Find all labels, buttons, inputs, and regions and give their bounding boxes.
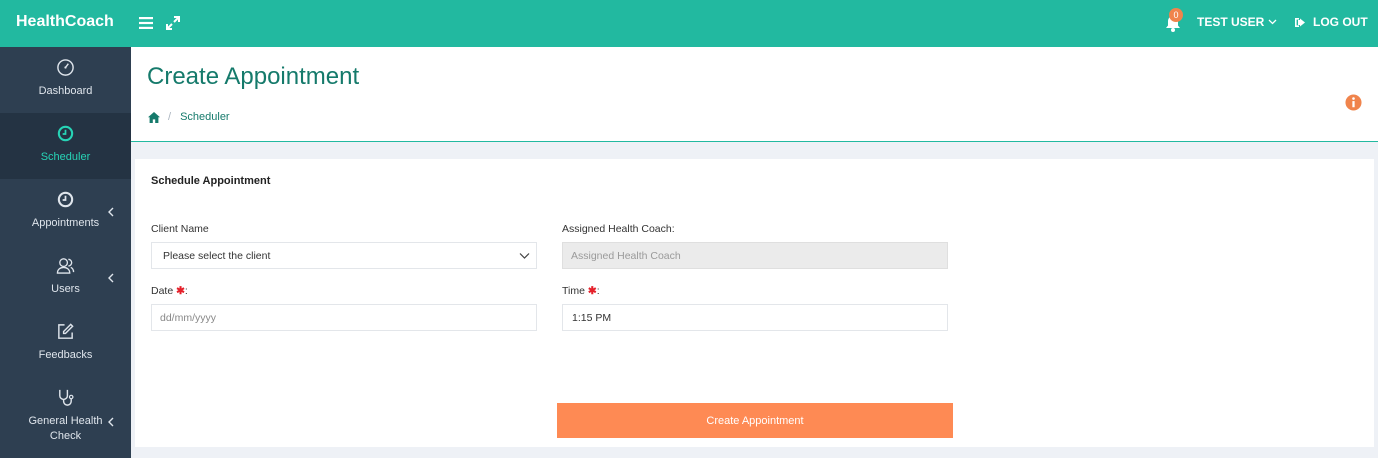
chevron-left-icon — [108, 273, 114, 283]
breadcrumb: / Scheduler — [148, 111, 230, 123]
breadcrumb-separator: / — [168, 111, 172, 123]
schedule-appointment-card: Schedule Appointment Client Name Please … — [135, 159, 1374, 447]
sidebar-item-label: Dashboard — [38, 85, 93, 97]
sidebar-item-scheduler[interactable]: Scheduler — [0, 113, 131, 179]
chevron-left-icon — [108, 417, 114, 427]
clock-icon — [57, 125, 74, 142]
chevron-left-icon — [108, 207, 114, 217]
card-title: Schedule Appointment — [151, 175, 271, 187]
date-input[interactable]: dd/mm/yyyy — [151, 304, 537, 331]
sidebar-item-label: General Health Check — [28, 415, 103, 442]
sidebar: Dashboard Scheduler Appointments Users F… — [0, 47, 131, 458]
client-select-value: Please select the client — [163, 249, 271, 262]
assigned-coach-placeholder: Assigned Health Coach — [571, 249, 681, 262]
edit-icon — [58, 323, 74, 339]
assigned-coach-label: Assigned Health Coach: — [562, 223, 675, 235]
sidebar-item-dashboard[interactable]: Dashboard — [0, 47, 131, 113]
date-input-placeholder: dd/mm/yyyy — [160, 311, 217, 324]
required-asterisk: ✱ — [176, 285, 185, 297]
client-select[interactable]: Please select the client — [151, 242, 537, 269]
assigned-coach-field: Assigned Health Coach — [562, 242, 948, 269]
time-input[interactable]: 1:15 PM — [562, 304, 948, 331]
page-header: Create Appointment / Scheduler — [131, 47, 1378, 142]
sidebar-item-general-health-check[interactable]: General Health Check — [0, 377, 131, 458]
sidebar-item-label: Feedbacks — [38, 349, 93, 361]
brand-logo[interactable]: HealthCoach — [16, 13, 114, 31]
info-icon[interactable] — [1345, 94, 1362, 111]
user-name: TEST USER — [1197, 15, 1265, 29]
page-title: Create Appointment — [147, 63, 360, 90]
time-label: Time ✱: — [562, 285, 600, 297]
required-asterisk: ✱ — [587, 285, 597, 297]
stethoscope-icon — [59, 389, 74, 406]
time-input-value: 1:15 PM — [572, 311, 612, 324]
users-icon — [56, 258, 75, 274]
logout-label: LOG OUT — [1313, 15, 1368, 29]
menu-toggle-icon[interactable] — [137, 14, 155, 32]
chevron-down-icon — [1268, 19, 1277, 25]
sidebar-item-users[interactable]: Users — [0, 245, 131, 311]
fullscreen-icon[interactable] — [164, 14, 182, 32]
sidebar-item-label: Scheduler — [40, 151, 91, 163]
logout-button[interactable]: LOG OUT — [1294, 15, 1368, 29]
logout-icon — [1295, 17, 1305, 27]
sidebar-item-label: Appointments — [31, 217, 100, 229]
sidebar-item-label: Users — [51, 283, 80, 295]
chevron-down-icon — [519, 253, 530, 259]
speedometer-icon — [57, 59, 74, 76]
create-appointment-button[interactable]: Create Appointment — [557, 403, 953, 438]
home-icon[interactable] — [148, 111, 160, 123]
sidebar-item-appointments[interactable]: Appointments — [0, 179, 131, 245]
clock-icon — [57, 191, 74, 208]
sidebar-item-feedbacks[interactable]: Feedbacks — [0, 311, 131, 377]
user-menu[interactable]: TEST USER — [1197, 15, 1277, 29]
date-label: Date ✱: — [151, 285, 188, 297]
breadcrumb-item-scheduler[interactable]: Scheduler — [180, 111, 230, 123]
notification-badge: 0 — [1169, 8, 1183, 22]
top-bar: HealthCoach 0 TEST USER LOG OUT — [0, 0, 1378, 47]
client-name-label: Client Name — [151, 223, 209, 235]
